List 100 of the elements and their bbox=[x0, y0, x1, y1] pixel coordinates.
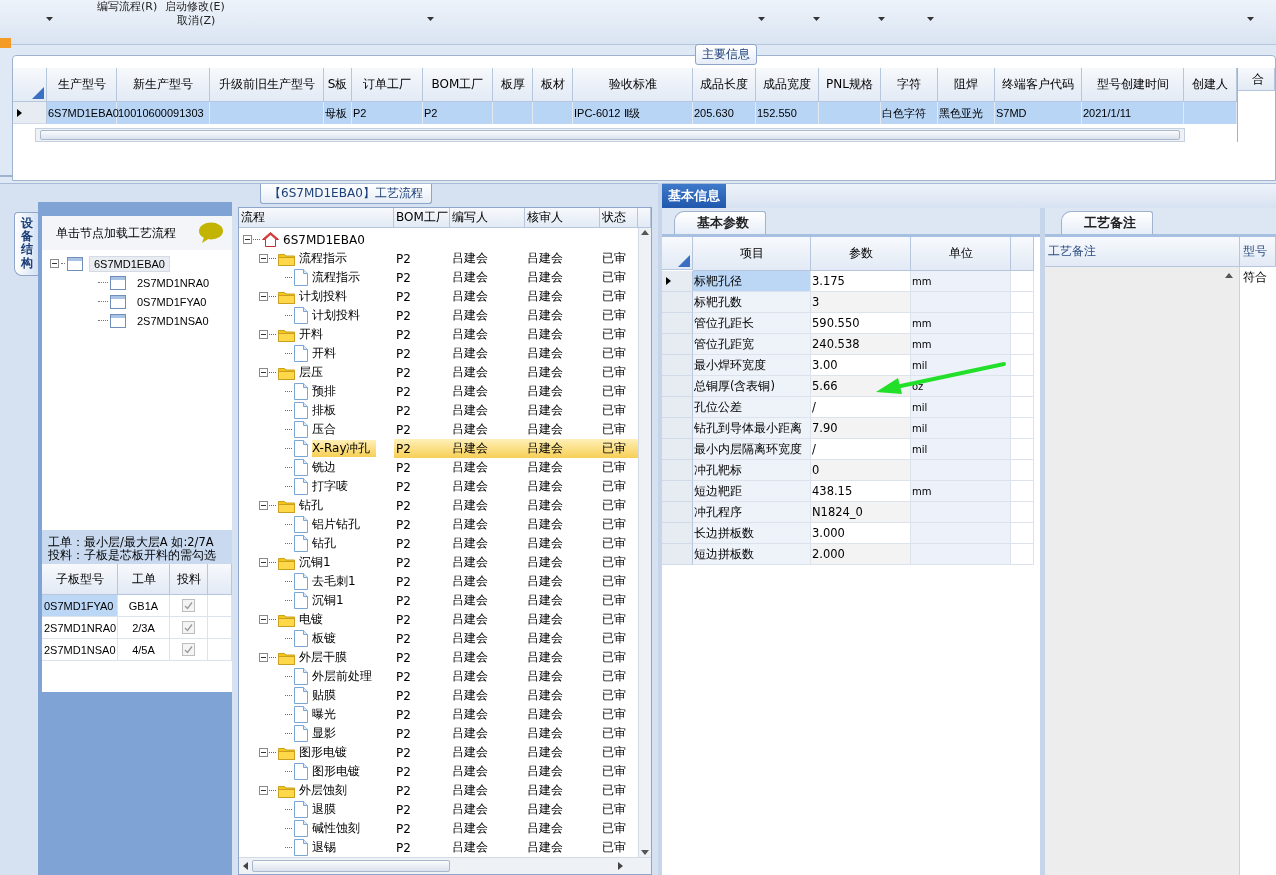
flow-row[interactable]: 排板 P2 吕建会 吕建会 已审 bbox=[239, 401, 638, 420]
flow-row[interactable]: 铝片钻孔 P2 吕建会 吕建会 已审 bbox=[239, 515, 638, 534]
column-header[interactable]: 升级前旧生产型号 bbox=[210, 68, 324, 102]
column-header[interactable]: 阻焊 bbox=[938, 68, 995, 102]
param-name-cell[interactable]: 最小焊环宽度 bbox=[693, 355, 811, 376]
column-header[interactable]: 合 bbox=[1238, 68, 1275, 91]
column-header[interactable]: 子板型号 bbox=[42, 564, 118, 595]
flow-row[interactable]: 流程指示 P2 吕建会 吕建会 已审 bbox=[239, 249, 638, 268]
board-node[interactable]: 6S7MD1EBA0 bbox=[89, 255, 170, 272]
column-header[interactable]: BOM工厂 bbox=[394, 208, 450, 228]
flow-row[interactable]: 开料 P2 吕建会 吕建会 已审 bbox=[239, 344, 638, 363]
edit-flow-button[interactable]: 编写流程(R) bbox=[93, 0, 162, 14]
cancel-button[interactable]: 取消(Z) bbox=[161, 14, 229, 28]
sub-board-cell[interactable]: 0S7MD1FYA0 bbox=[42, 595, 118, 617]
flow-row[interactable]: 层压 P2 吕建会 吕建会 已审 bbox=[239, 363, 638, 382]
flow-row[interactable]: 沉铜1 P2 吕建会 吕建会 已审 bbox=[239, 591, 638, 610]
param-name-cell[interactable]: 短边靶距 bbox=[693, 481, 811, 502]
checkbox[interactable] bbox=[182, 599, 195, 612]
caret-icon[interactable] bbox=[927, 17, 934, 21]
flow-row[interactable]: 图形电镀 P2 吕建会 吕建会 已审 bbox=[239, 743, 638, 762]
flow-row[interactable]: 贴膜 P2 吕建会 吕建会 已审 bbox=[239, 686, 638, 705]
column-header[interactable]: 生产型号 bbox=[47, 68, 117, 102]
header-corner[interactable] bbox=[662, 237, 693, 270]
column-header[interactable]: 编写人 bbox=[450, 208, 525, 228]
column-header[interactable]: 核审人 bbox=[525, 208, 600, 228]
flow-row[interactable]: 外层蚀刻 P2 吕建会 吕建会 已审 bbox=[239, 781, 638, 800]
flow-row[interactable]: 开料 P2 吕建会 吕建会 已审 bbox=[239, 325, 638, 344]
column-header[interactable]: 板材 bbox=[533, 68, 573, 102]
checkbox[interactable] bbox=[182, 643, 195, 656]
column-header[interactable]: 终端客户代码 bbox=[995, 68, 1082, 102]
caret-icon[interactable] bbox=[758, 17, 765, 21]
vertical-tab[interactable]: 设备结构 bbox=[14, 212, 38, 276]
caret-icon[interactable] bbox=[1247, 17, 1254, 21]
start-modify-button[interactable]: 启动修改(E) bbox=[161, 0, 229, 14]
column-header[interactable]: 字符 bbox=[881, 68, 938, 102]
collapse-icon[interactable] bbox=[259, 558, 268, 567]
flow-row[interactable]: 退锡 P2 吕建会 吕建会 已审 bbox=[239, 838, 638, 857]
column-header[interactable]: 验收标准 bbox=[573, 68, 693, 102]
collapse-icon[interactable] bbox=[259, 615, 268, 624]
row-header[interactable] bbox=[13, 102, 47, 124]
collapse-icon[interactable] bbox=[259, 786, 268, 795]
param-name-cell[interactable]: 短边拼板数 bbox=[693, 544, 811, 565]
column-header[interactable]: PNL规格 bbox=[819, 68, 881, 102]
column-header[interactable]: S板 bbox=[324, 68, 352, 102]
tab[interactable]: 工艺备注 bbox=[1061, 211, 1153, 234]
column-header[interactable]: 订单工厂 bbox=[352, 68, 423, 102]
flow-row[interactable]: 钻孔 P2 吕建会 吕建会 已审 bbox=[239, 534, 638, 553]
board-node[interactable]: 2S7MD1NSA0 bbox=[132, 312, 214, 329]
column-header[interactable]: 型号创建时间 bbox=[1082, 68, 1184, 102]
scrollbar[interactable] bbox=[638, 228, 651, 857]
scrollbar[interactable] bbox=[239, 857, 651, 874]
flow-row[interactable]: X-Ray冲孔 P2 吕建会 吕建会 已审 bbox=[239, 439, 638, 458]
flow-row[interactable]: 流程指示 P2 吕建会 吕建会 已审 bbox=[239, 268, 638, 287]
flow-row[interactable]: 钻孔 P2 吕建会 吕建会 已审 bbox=[239, 496, 638, 515]
collapse-icon[interactable] bbox=[243, 235, 252, 244]
board-node[interactable]: 2S7MD1NRA0 bbox=[132, 274, 215, 291]
menu-tab-marker[interactable] bbox=[0, 38, 11, 48]
board-node[interactable]: 0S7MD1FYA0 bbox=[132, 293, 212, 310]
column-header[interactable]: 参数 bbox=[811, 237, 911, 271]
scroll-up-icon[interactable] bbox=[1225, 273, 1233, 278]
checkbox[interactable] bbox=[182, 621, 195, 634]
flow-row[interactable]: 电镀 P2 吕建会 吕建会 已审 bbox=[239, 610, 638, 629]
param-name-cell[interactable]: 长边拼板数 bbox=[693, 523, 811, 544]
column-header[interactable]: 创建人 bbox=[1184, 68, 1237, 102]
flow-row[interactable]: 压合 P2 吕建会 吕建会 已审 bbox=[239, 420, 638, 439]
column-header[interactable]: 单位 bbox=[911, 237, 1011, 271]
sub-board-cell[interactable]: 2S7MD1NSA0 bbox=[42, 639, 118, 661]
column-header[interactable]: 工艺备注 bbox=[1045, 237, 1240, 267]
param-name-cell[interactable]: 钻孔到导体最小距离 bbox=[693, 418, 811, 439]
collapse-icon[interactable] bbox=[259, 292, 268, 301]
tab[interactable]: 基本信息 bbox=[662, 184, 726, 208]
column-header[interactable]: 流程 bbox=[239, 208, 394, 228]
collapse-icon[interactable] bbox=[50, 259, 59, 268]
collapse-icon[interactable] bbox=[259, 330, 268, 339]
param-name-cell[interactable]: 总铜厚(含表铜) bbox=[693, 376, 811, 397]
row-header[interactable] bbox=[662, 271, 693, 292]
flow-row[interactable]: 图形电镀 P2 吕建会 吕建会 已审 bbox=[239, 762, 638, 781]
column-header[interactable]: 型号 bbox=[1240, 237, 1276, 267]
param-name-cell[interactable]: 标靶孔数 bbox=[693, 292, 811, 313]
caret-icon[interactable] bbox=[813, 17, 820, 21]
flow-row[interactable]: 显影 P2 吕建会 吕建会 已审 bbox=[239, 724, 638, 743]
param-name-cell[interactable]: 最小内层隔离环宽度 bbox=[693, 439, 811, 460]
table-row[interactable]: 6S7MD1EBA010010600091303 母板 P2 P2 IPC-6012 Ⅱ级 205.630 152.550 白色字符 黑色亚光 S7MD 2021/1/11 bbox=[13, 102, 1237, 124]
collapse-icon[interactable] bbox=[259, 368, 268, 377]
flow-row[interactable]: 预排 P2 吕建会 吕建会 已审 bbox=[239, 382, 638, 401]
scroll-up-icon[interactable] bbox=[641, 230, 649, 235]
flow-row[interactable]: 计划投料 P2 吕建会 吕建会 已审 bbox=[239, 306, 638, 325]
param-name-cell[interactable]: 标靶孔径 bbox=[693, 271, 811, 292]
column-header[interactable]: 新生产型号 bbox=[117, 68, 210, 102]
param-name-cell[interactable]: 冲孔靶标 bbox=[693, 460, 811, 481]
scroll-right-icon[interactable] bbox=[618, 862, 623, 870]
flow-row[interactable]: 曝光 P2 吕建会 吕建会 已审 bbox=[239, 705, 638, 724]
column-header[interactable]: 项目 bbox=[693, 237, 811, 271]
flow-row[interactable]: 铣边 P2 吕建会 吕建会 已审 bbox=[239, 458, 638, 477]
column-header[interactable]: 投料 bbox=[170, 564, 208, 595]
caret-icon[interactable] bbox=[878, 17, 885, 21]
tab[interactable]: 基本参数 bbox=[674, 211, 766, 234]
collapse-icon[interactable] bbox=[259, 254, 268, 263]
flow-row[interactable]: 沉铜1 P2 吕建会 吕建会 已审 bbox=[239, 553, 638, 572]
scrollbar-thumb[interactable] bbox=[40, 130, 1180, 140]
